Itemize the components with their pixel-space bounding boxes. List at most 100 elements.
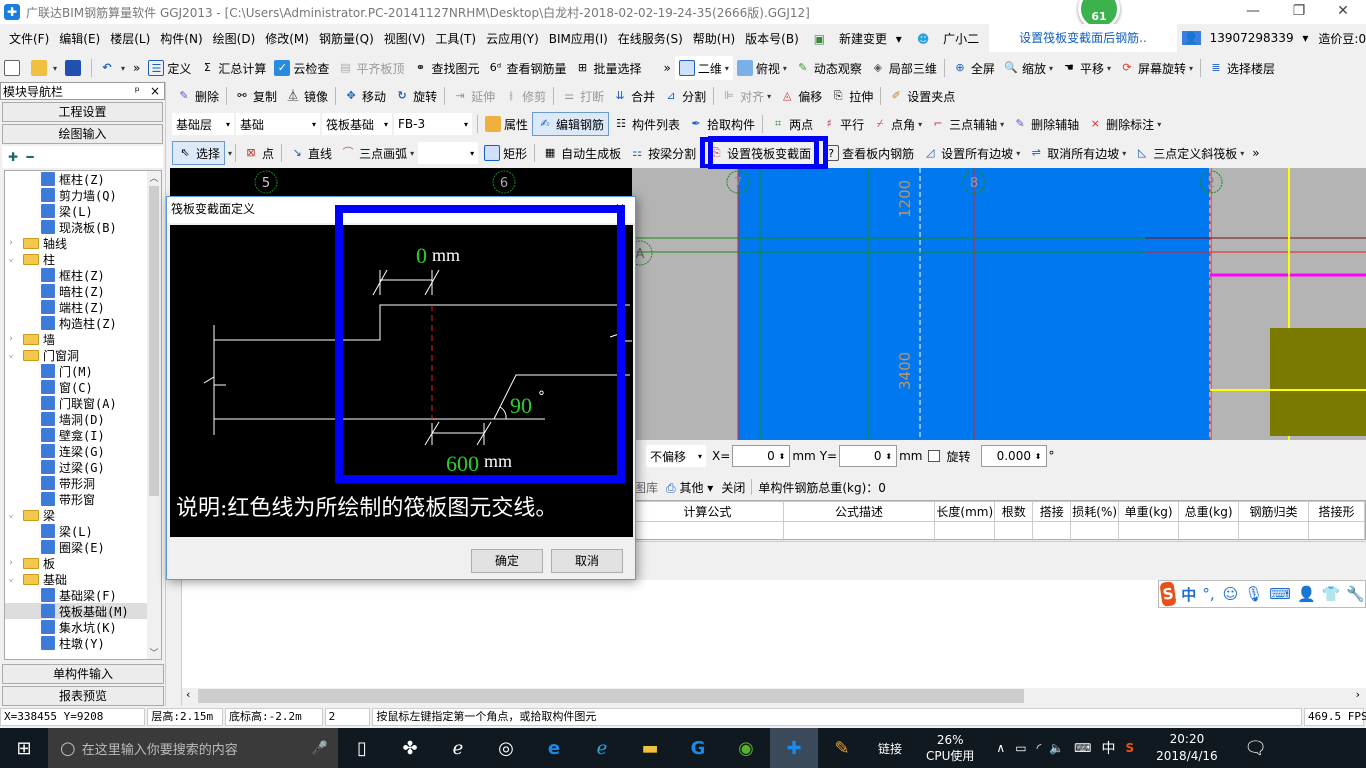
menu-help[interactable]: 帮助(H) [688,30,740,47]
scroll-thumb[interactable] [149,186,159,496]
menu-bim[interactable]: BIM应用(I) [544,30,613,47]
col-loss[interactable]: 损耗(%) [1070,501,1120,522]
nav-close-icon[interactable]: × [150,84,164,98]
point-button[interactable]: ⊠ 点 [239,141,278,165]
ok-button[interactable]: 确定 [471,549,543,573]
auto-generate-slab-button[interactable]: ▦ 自动生成板 [538,141,625,165]
tree-item[interactable]: 圈梁(E) [5,539,161,555]
tree-item[interactable]: 梁(L) [5,523,161,539]
tree-item[interactable]: › 板 [5,555,161,571]
align-slab-top-button[interactable]: ▤ 平齐板顶 [333,56,408,80]
new-change-button[interactable]: ▣ 新建变更 ▾ [804,30,907,47]
tree-item[interactable]: 剪力墙(Q) [5,187,161,203]
select-floor-button[interactable]: ≣ 选择楼层 [1204,56,1279,80]
col-lap[interactable]: 搭接 [1032,501,1072,522]
tree-item[interactable]: 梁(L) [5,203,161,219]
summary-calc-button[interactable]: Σ 汇总计算 [195,56,270,80]
menu-version[interactable]: 版本号(B) [740,30,804,47]
menu-online[interactable]: 在线服务(S) [613,30,688,47]
emoji-icon[interactable]: ☺ [1223,585,1239,603]
col-formula[interactable]: 计算公式 [631,501,784,522]
menu-file[interactable]: 文件(F) [4,30,54,47]
horizontal-scrollbar[interactable]: ‹ › [182,688,1366,704]
battery-icon[interactable]: ▭ [1015,741,1026,755]
tree-item[interactable]: 柱墩(Y) [5,635,161,651]
splitter-handle[interactable] [170,580,182,706]
file-explorer-icon[interactable]: ▬ [626,728,674,768]
stretch-button[interactable]: ⎘ 拉伸 [826,84,877,108]
merge-button[interactable]: ⇊ 合并 [608,84,659,108]
dialog-close-button[interactable]: ✕ [615,201,625,215]
copy-button[interactable]: ⚯ 复制 [230,84,281,108]
menu-edit[interactable]: 编辑(E) [54,30,105,47]
menu-modify[interactable]: 修改(M) [260,30,314,47]
edge-icon[interactable]: e [530,728,578,768]
y-offset-input[interactable]: 0 ⬍ [839,445,898,467]
delete-axis-button[interactable]: ✎ 删除辅轴 [1008,112,1083,136]
three-point-axis-dropdown[interactable]: ⌐ 三点辅轴 ▾ [926,112,1008,136]
tree-item[interactable]: 门(M) [5,363,161,379]
arc-option-select[interactable]: ▾ [418,142,479,164]
tree-item[interactable]: 筏板基础(M) [5,603,161,619]
scroll-right-icon[interactable]: › [1356,688,1360,701]
col-unit-weight[interactable]: 单重(kg) [1118,501,1180,522]
expand-chevron-icon[interactable]: › [5,238,17,248]
account-button[interactable]: 👤 13907298339 ▾ [1177,31,1314,45]
volume-icon[interactable]: 🔈 [1049,741,1064,755]
wifi-icon[interactable]: ◜ [1037,741,1042,755]
sogou-logo-icon[interactable]: S [1159,581,1177,607]
tree-item[interactable]: 框柱(Z) [5,267,161,283]
action-center-icon[interactable]: 🗨 [1232,728,1280,768]
new-file-button[interactable] [0,56,27,80]
collapse-chevron-icon[interactable]: ⌄ [5,350,17,360]
type-select[interactable]: 筏板基础 ▾ [322,113,392,135]
expand-chevron-icon[interactable]: › [5,334,17,344]
set-grip-button[interactable]: ✐ 设置夹点 [884,84,959,108]
component-select[interactable]: FB-3 ▾ [394,113,472,135]
cancel-all-slopes-dropdown[interactable]: ⇌ 取消所有边坡 ▾ [1024,141,1130,165]
microphone-icon[interactable]: 🎙 [1244,585,1263,603]
toolbar-overflow[interactable]: » [129,56,144,80]
batch-select-button[interactable]: ⊞ 批量选择 [570,56,645,80]
rotate-checkbox[interactable] [928,450,941,462]
ie-icon[interactable]: ℯ [578,728,626,768]
dynamic-observe-button[interactable]: ✎ 动态观察 [791,56,866,80]
zoom-dropdown[interactable]: 🔍 缩放 ▾ [999,56,1057,80]
collapse-chevron-icon[interactable]: ⌄ [5,510,17,520]
floor-select[interactable]: 基础层 ▾ [172,113,234,135]
tree-item[interactable]: 集水坑(K) [5,619,161,635]
break-button[interactable]: ⚌ 打断 [557,84,608,108]
close-button[interactable]: ✕ [1320,0,1366,24]
green-app-icon[interactable]: ◉ [722,728,770,768]
trim-button[interactable]: ⫲ 修剪 [499,84,550,108]
tree-item[interactable]: 端柱(Z) [5,299,161,315]
notes-app-icon[interactable]: ✎ [818,728,866,768]
find-element-button[interactable]: ⚭ 查找图元 [408,56,483,80]
pick-component-button[interactable]: ✒ 拾取构件 [684,112,759,136]
notification-app-icon[interactable]: ◎ [482,728,530,768]
select-button[interactable]: ⇖ 选择 [172,141,226,165]
g-app-icon[interactable]: G [674,728,722,768]
menu-draw[interactable]: 绘图(D) [208,30,261,47]
show-hidden-icons[interactable]: ∧ [996,741,1005,755]
tree-item[interactable]: 框柱(Z) [5,171,161,187]
local-3d-button[interactable]: ◈ 局部三维 [866,56,941,80]
ime-mode-toggle[interactable]: 中 [1181,584,1196,605]
close-rebar-button[interactable]: 关闭 [721,479,745,496]
set-all-slopes-dropdown[interactable]: ◿ 设置所有边坡 ▾ [918,141,1024,165]
clock[interactable]: 20:20 2018/4/16 [1156,731,1218,765]
ime-indicator[interactable]: 中 [1102,738,1116,758]
extend-button[interactable]: ⇥ 延伸 [448,84,499,108]
tree-item[interactable]: › 墙 [5,331,161,347]
keyboard-icon[interactable]: ⌨ [1269,585,1291,603]
menu-rebar[interactable]: 钢筋量(Q) [314,30,379,47]
microphone-icon[interactable]: 🎤 [312,741,328,756]
define-button[interactable]: ☰ 定义 [144,56,195,80]
pin-icon[interactable]: ᵖ [135,84,150,98]
touch-keyboard-icon[interactable]: ⌨ [1074,741,1091,755]
component-list-button[interactable]: ☷ 构件列表 [609,112,684,136]
delete-button[interactable]: ✎ 删除 [172,84,223,108]
drawing-input-button[interactable]: 绘图输入 [2,124,163,144]
tree-item[interactable]: 带形洞 [5,475,161,491]
minimize-button[interactable]: — [1230,0,1276,24]
